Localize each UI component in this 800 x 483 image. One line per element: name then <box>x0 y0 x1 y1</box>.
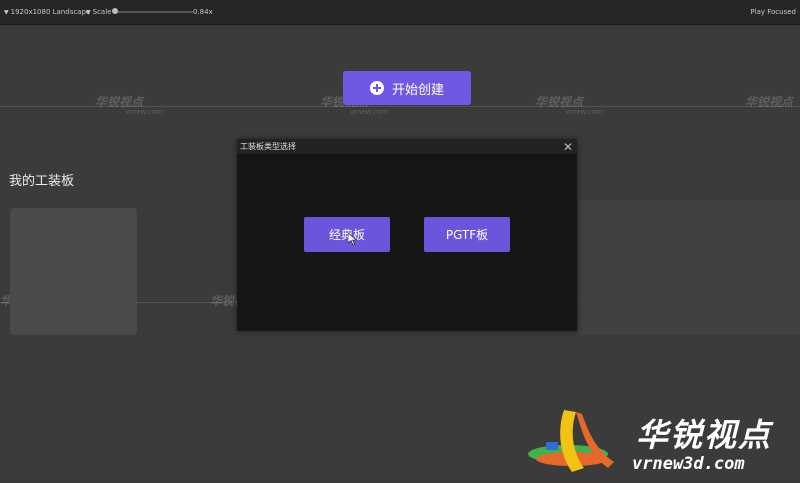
resolution-label: 1920x1080 Landscape <box>10 8 91 16</box>
game-view-toolbar: ▼ 1920x1080 Landscape ▼ Scale 0.84x Play F… <box>0 0 800 25</box>
scale-slider-thumb[interactable] <box>112 8 118 14</box>
zoom-value: 0.84x <box>193 8 213 16</box>
classic-board-button[interactable]: 经典板 <box>304 217 390 252</box>
board-card-placeholder[interactable] <box>10 208 137 335</box>
brand-logo: 华锐视点 vrnew3d.com <box>524 402 800 483</box>
resolution-dropdown[interactable]: ▼ 1920x1080 Landscape <box>4 8 90 16</box>
background-panel <box>579 200 800 335</box>
dialog-header: 工装板类型选择 ✕ <box>237 139 577 154</box>
scale-slider-track[interactable] <box>113 11 193 13</box>
chevron-down-icon: ▼ <box>86 9 91 16</box>
mouse-cursor-icon <box>348 233 357 245</box>
scale-label: ▼ Scale <box>86 8 111 16</box>
logo-url: vrnew3d.com <box>632 454 745 474</box>
logo-text: 华锐视点 <box>636 416 773 454</box>
logo-mark-icon <box>528 410 614 472</box>
board-type-dialog: 工装板类型选择 ✕ 经典板 PGTF板 <box>237 139 577 331</box>
play-mode-dropdown[interactable]: Play Focused <box>750 8 796 16</box>
plus-icon <box>369 81 384 95</box>
scale-text: Scale <box>92 8 112 16</box>
dialog-title: 工装板类型选择 <box>240 142 296 151</box>
start-create-button[interactable]: 开始创建 <box>343 71 471 105</box>
start-create-label: 开始创建 <box>391 82 444 98</box>
chevron-down-icon: ▼ <box>4 9 9 16</box>
close-icon[interactable]: ✕ <box>563 141 573 153</box>
pgtf-board-button[interactable]: PGTF板 <box>424 217 510 252</box>
my-boards-title: 我的工装板 <box>9 174 75 189</box>
